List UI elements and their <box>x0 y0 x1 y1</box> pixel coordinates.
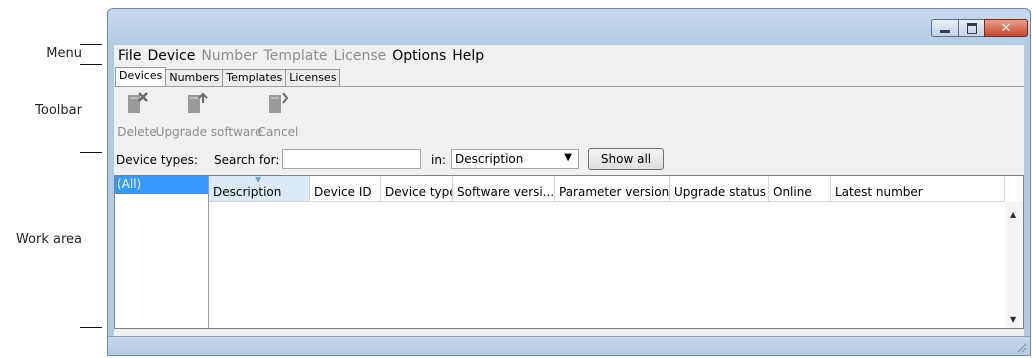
upgrade-software-button[interactable]: Upgrade software <box>156 91 262 139</box>
callout-toolbar-rule <box>80 152 102 153</box>
toolbar: Delete Upgrade software Cancel <box>114 87 1024 143</box>
column-label: Description <box>213 185 282 199</box>
delete-device-icon <box>128 92 148 113</box>
table-header: ▼ Description Device ID Device type Soft… <box>209 176 1005 202</box>
show-all-button[interactable]: Show all <box>588 148 664 170</box>
cancel-upgrade-icon <box>269 92 289 113</box>
callout-menu-rule-top <box>80 44 102 45</box>
column-header-description[interactable]: ▼ Description <box>209 176 310 202</box>
work-area: (All) ▼ Description Device ID Device typ… <box>114 175 1024 329</box>
maximize-button[interactable] <box>958 19 985 37</box>
resize-grip-icon[interactable] <box>1015 341 1027 353</box>
close-icon: ✕ <box>1000 20 1012 36</box>
sort-indicator-icon: ▼ <box>255 176 262 184</box>
scroll-up-icon[interactable]: ▲ <box>1010 210 1016 219</box>
chevron-down-icon: ▼ <box>564 152 572 163</box>
app-window: ✕ File Device Number Template License Op… <box>107 8 1031 356</box>
maximize-icon <box>966 22 977 34</box>
column-label: Parameter version <box>559 185 670 199</box>
menu-license: License <box>333 48 387 64</box>
vertical-scrollbar[interactable]: ▲ ▼ <box>1005 202 1023 328</box>
tab-licenses[interactable]: Licenses <box>285 69 341 86</box>
column-label: Device type <box>385 185 453 199</box>
menu-template: Template <box>263 48 328 64</box>
callout-toolbar: Toolbar <box>35 103 82 118</box>
menu-bar: File Device Number Template License Opti… <box>114 45 1024 67</box>
menu-number: Number <box>201 48 258 64</box>
search-input[interactable] <box>282 149 421 169</box>
title-bar: ✕ <box>108 9 1030 45</box>
callout-work-area: Work area <box>15 232 82 247</box>
menu-options[interactable]: Options <box>392 48 446 64</box>
tab-devices[interactable]: Devices <box>115 67 167 86</box>
delete-button[interactable]: Delete <box>116 91 158 139</box>
column-header-upgrade-status[interactable]: Upgrade status <box>670 176 769 202</box>
device-type-item-all[interactable]: (All) <box>115 176 208 194</box>
devices-panel: Delete Upgrade software Cancel Device ty… <box>114 86 1024 337</box>
menu-device[interactable]: Device <box>147 48 195 64</box>
search-field-select[interactable]: Description ▼ <box>451 149 579 169</box>
device-table: ▼ Description Device ID Device type Soft… <box>209 176 1023 328</box>
callout-menu-rule-bottom <box>80 64 102 65</box>
minimize-icon <box>940 29 950 33</box>
callout-menu: Menu <box>46 46 82 61</box>
search-field-value: Description <box>455 152 524 166</box>
delete-label: Delete <box>117 125 157 139</box>
column-header-latest-number[interactable]: Latest number <box>831 176 1005 202</box>
menu-help[interactable]: Help <box>452 48 484 64</box>
menu-file[interactable]: File <box>118 48 141 64</box>
tab-strip: Devices Numbers Templates Licenses <box>115 67 1024 86</box>
column-label: Upgrade status <box>674 185 766 199</box>
column-header-device-type[interactable]: Device type <box>381 176 453 202</box>
column-header-online[interactable]: Online <box>769 176 831 202</box>
column-header-device-id[interactable]: Device ID <box>310 176 381 202</box>
column-label: Device ID <box>314 185 372 199</box>
upgrade-software-label: Upgrade software <box>155 125 263 139</box>
device-types-label: Device types: <box>116 153 198 167</box>
filter-row: Device types: Search for: in: Descriptio… <box>114 147 1024 173</box>
tab-templates[interactable]: Templates <box>222 69 287 86</box>
device-types-list[interactable]: (All) <box>115 176 209 328</box>
window-controls: ✕ <box>931 19 1028 37</box>
column-header-software-version[interactable]: Software versi... <box>453 176 555 202</box>
cancel-label: Cancel <box>257 125 299 139</box>
search-for-label: Search for: <box>214 153 280 167</box>
column-label: Online <box>773 185 812 199</box>
tab-numbers[interactable]: Numbers <box>165 69 224 86</box>
close-button[interactable]: ✕ <box>984 19 1028 37</box>
callout-work-area-rule <box>80 327 102 328</box>
cancel-button[interactable]: Cancel <box>258 91 298 139</box>
upgrade-software-icon <box>188 92 208 113</box>
client-area: File Device Number Template License Opti… <box>114 45 1024 337</box>
minimize-button[interactable] <box>931 19 959 37</box>
status-bar <box>108 336 1030 355</box>
column-header-parameter-version[interactable]: Parameter version <box>555 176 670 202</box>
scroll-down-icon[interactable]: ▼ <box>1010 315 1016 324</box>
column-label: Software versi... <box>457 185 555 199</box>
in-label: in: <box>431 153 446 167</box>
column-label: Latest number <box>835 185 923 199</box>
